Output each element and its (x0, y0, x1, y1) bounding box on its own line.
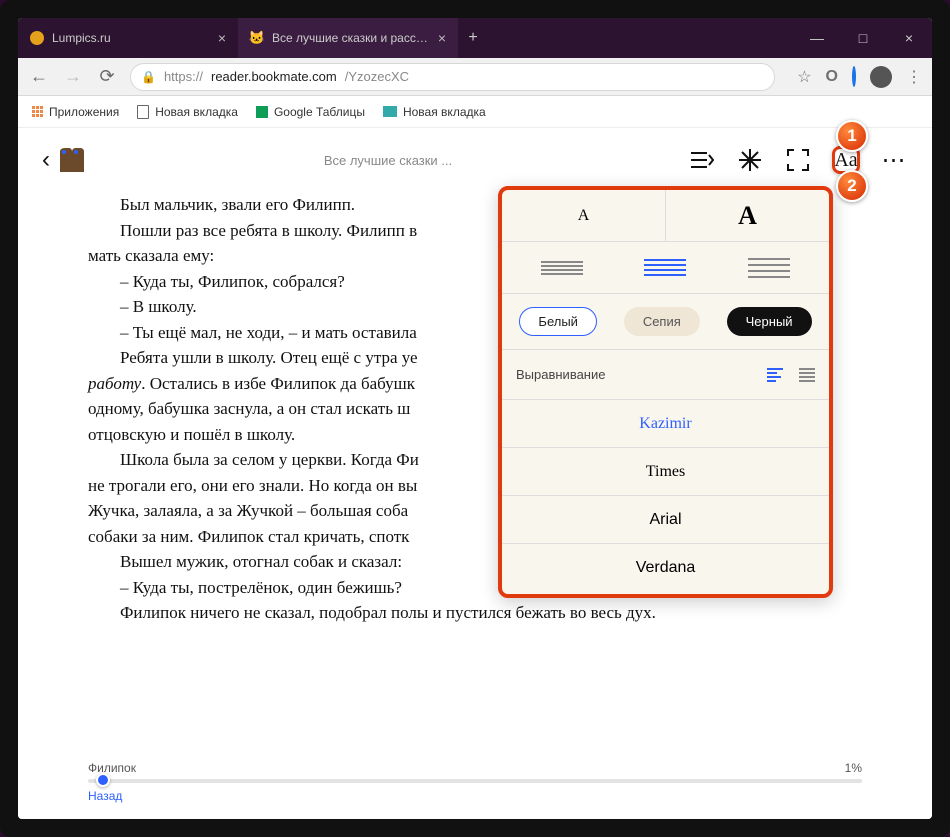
theme-black[interactable]: Черный (727, 307, 812, 336)
bookmark-star-icon[interactable] (736, 146, 764, 174)
bookmark-label: Новая вкладка (403, 105, 486, 119)
new-tab-button[interactable]: + (458, 18, 488, 58)
nav-back-button[interactable]: ← (28, 66, 50, 87)
font-size-decrease[interactable]: A (502, 190, 666, 241)
progress-slider[interactable] (88, 779, 862, 783)
spacing-loose[interactable] (748, 258, 790, 278)
bookmate-logo (56, 144, 88, 176)
paragraph: Филипок ничего не сказал, подобрал полы … (88, 600, 794, 626)
url-host: reader.bookmate.com (211, 69, 337, 84)
callout-number: 1 (847, 126, 856, 146)
text: . Остались в избе Филипок да бабушк (141, 374, 415, 393)
theme-row: Белый Сепия Черный (502, 294, 829, 350)
reader-footer: Филипок 1% Назад (18, 761, 932, 805)
favicon-lumpics (30, 31, 44, 45)
doc-icon (137, 105, 149, 119)
apps-label: Приложения (49, 105, 119, 119)
tab-bookmate[interactable]: 🐱 Все лучшие сказки и рассказы × (238, 18, 458, 58)
theme-white[interactable]: Белый (519, 307, 597, 336)
opera-icon[interactable]: O (826, 68, 838, 86)
close-tab-icon[interactable]: × (218, 30, 226, 46)
line-spacing-row (502, 242, 829, 294)
page: ‹ Все лучшие сказки ... Aa ⋯ 1 2 Был мал… (18, 128, 932, 819)
globe-icon[interactable] (852, 68, 856, 86)
back-chevron-icon[interactable]: ‹ (42, 146, 50, 174)
reader-title: Все лучшие сказки ... (88, 153, 688, 168)
callout-number: 2 (847, 176, 856, 196)
font-settings-popover: A A Белый Сепия Черный Выравнивание (498, 186, 833, 598)
font-kazimir[interactable]: Kazimir (502, 400, 829, 448)
toc-icon[interactable] (688, 146, 716, 174)
reload-button[interactable]: ⟳ (96, 66, 118, 87)
theme-sepia[interactable]: Сепия (624, 307, 700, 336)
font-times[interactable]: Times (502, 448, 829, 496)
bookmark-label: Google Таблицы (274, 105, 365, 119)
spacing-tight[interactable] (541, 261, 583, 275)
star-icon[interactable]: ☆ (797, 67, 811, 87)
tab-lumpics[interactable]: Lumpics.ru × (18, 18, 238, 58)
address-bar: ← → ⟳ 🔒 https:// reader.bookmate.com/Yzoz… (18, 58, 932, 96)
tab-title: Lumpics.ru (52, 31, 210, 45)
url-path: /YzozecXC (345, 69, 409, 84)
bookmark-newtab1[interactable]: Новая вкладка (137, 105, 238, 119)
size-letter-small: A (578, 207, 590, 225)
window-controls: — □ × (794, 18, 932, 58)
bookmarks-bar: Приложения Новая вкладка Google Таблицы … (18, 96, 932, 128)
sheets-icon (256, 106, 268, 118)
image-icon (383, 106, 397, 117)
more-menu-icon[interactable]: ⋯ (880, 146, 908, 174)
align-justify-icon[interactable] (799, 368, 815, 382)
callout-badge-1: 1 (836, 120, 868, 152)
tab-title: Все лучшие сказки и рассказы (272, 31, 430, 45)
reader-header: ‹ Все лучшие сказки ... Aa ⋯ 1 2 (18, 128, 932, 192)
alignment-label: Выравнивание (516, 367, 605, 382)
lock-icon: 🔒 (141, 70, 156, 84)
chapter-label: Филипок (88, 761, 136, 775)
profile-avatar[interactable] (870, 66, 892, 88)
url-input[interactable]: 🔒 https:// reader.bookmate.com/YzozecXC (130, 63, 775, 91)
font-verdana[interactable]: Verdana (502, 544, 829, 592)
apps-icon (32, 106, 43, 117)
minimize-button[interactable]: — (794, 18, 840, 58)
url-scheme: https:// (164, 69, 203, 84)
slider-thumb[interactable] (96, 773, 110, 787)
bookmark-label: Новая вкладка (155, 105, 238, 119)
align-left-icon[interactable] (767, 368, 783, 382)
back-link[interactable]: Назад (88, 789, 122, 803)
font-size-row: A A (502, 190, 829, 242)
browser-menu-icon[interactable]: ⋮ (906, 67, 922, 87)
text: Жучка, залаяла, а за Жучкой – большая со… (88, 501, 408, 520)
apps-shortcut[interactable]: Приложения (32, 105, 119, 119)
fullscreen-icon[interactable] (784, 146, 812, 174)
font-arial[interactable]: Arial (502, 496, 829, 544)
progress-percent: 1% (845, 761, 862, 775)
bookmark-google-sheets[interactable]: Google Таблицы (256, 105, 365, 119)
nav-forward-button[interactable]: → (62, 66, 84, 87)
alignment-row: Выравнивание (502, 350, 829, 400)
close-tab-icon[interactable]: × (438, 30, 446, 46)
size-letter-large: A (738, 201, 757, 231)
italic-text: работу (88, 374, 141, 393)
maximize-button[interactable]: □ (840, 18, 886, 58)
favicon-bookmate: 🐱 (250, 31, 264, 45)
close-window-button[interactable]: × (886, 18, 932, 58)
font-size-increase[interactable]: A (666, 190, 829, 241)
bookmark-newtab2[interactable]: Новая вкладка (383, 105, 486, 119)
spacing-normal[interactable] (644, 259, 686, 276)
callout-badge-2: 2 (836, 170, 868, 202)
titlebar: Lumpics.ru × 🐱 Все лучшие сказки и расск… (18, 18, 932, 58)
